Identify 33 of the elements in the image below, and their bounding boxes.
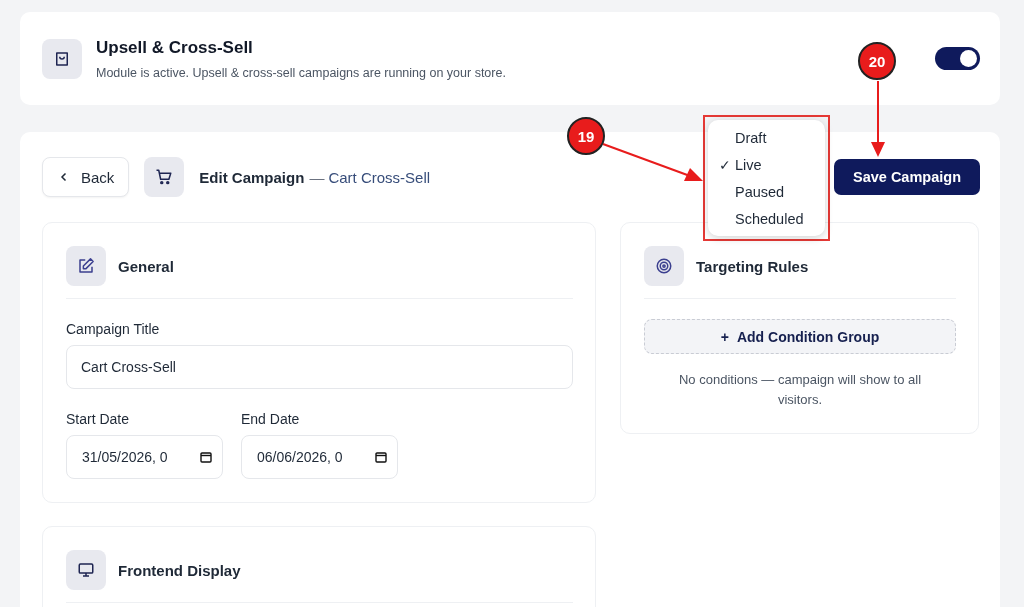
status-option[interactable]: Scheduled (708, 205, 825, 232)
field-label: End Date (241, 411, 301, 427)
start-date-input[interactable]: 31/05/2026, 0 (66, 435, 223, 479)
calendar-icon (375, 451, 387, 463)
target-icon (644, 246, 684, 286)
add-condition-group-button[interactable]: + Add Condition Group (644, 319, 956, 354)
check-mark: ✓ (719, 156, 732, 173)
back-button[interactable]: Back (42, 157, 130, 197)
title-input[interactable]: Cart Cross-Sell (66, 345, 573, 389)
page-title: Edit Campaign (199, 168, 305, 186)
status-option[interactable]: ✓ Live (708, 151, 825, 178)
status-option[interactable]: Paused (708, 178, 825, 205)
card-title: General (118, 257, 174, 275)
module-title: Upsell & Cross-Sell (96, 37, 254, 58)
end-date-input[interactable]: 06/06/2026, 0 (241, 435, 398, 479)
module-toggle[interactable] (935, 47, 980, 70)
bag-icon (42, 38, 82, 79)
module-status-text: Module is active. Upsell & cross-sell campaigns are running on your store. (96, 65, 507, 80)
field-label: Campaign Title (66, 321, 161, 337)
status-option[interactable]: Draft (708, 124, 825, 151)
card-title: Targeting Rules (696, 257, 809, 275)
title-separator: — (309, 168, 325, 186)
field-label: Start Date (66, 411, 131, 427)
save-button[interactable]: Save Campaign (834, 159, 980, 195)
cart-icon (144, 157, 185, 197)
monitor-icon (66, 550, 106, 590)
chevron-left-icon (59, 172, 69, 182)
edit-icon (66, 246, 106, 286)
empty-conditions-text: No conditions — campaign will show to all visitors. (677, 371, 923, 409)
calendar-icon (200, 451, 212, 463)
card-title: Frontend Display (118, 561, 241, 579)
step-badge: 19 (567, 117, 605, 155)
campaign-name: Cart Cross-Sell (328, 168, 431, 186)
